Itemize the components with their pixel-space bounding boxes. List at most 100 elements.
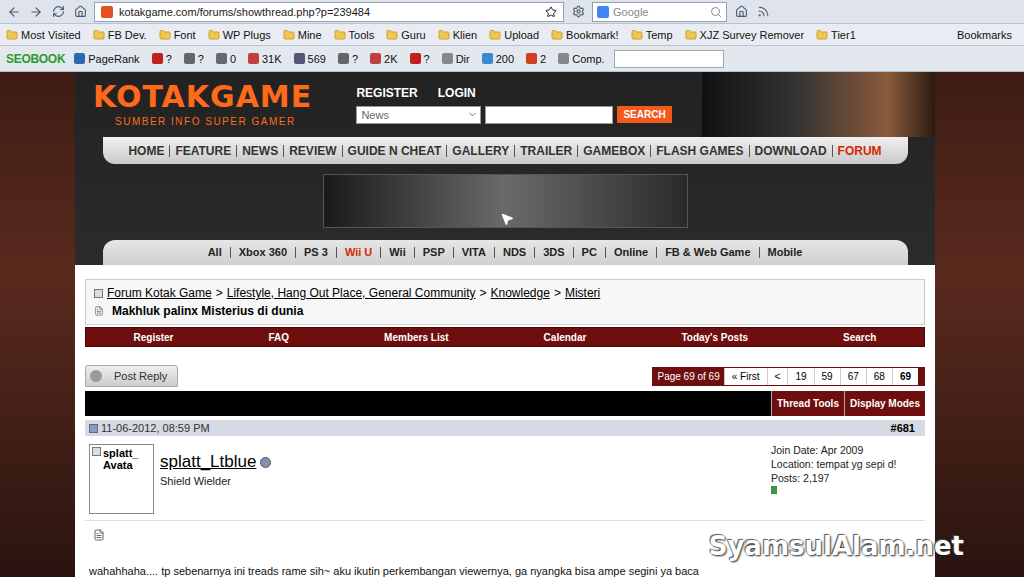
- username[interactable]: splatt_Ltblue: [160, 452, 271, 472]
- login-link[interactable]: LOGIN: [438, 86, 476, 100]
- nav-item[interactable]: FEATURE: [169, 145, 236, 157]
- bookmark[interactable]: XJZ Survey Remover: [685, 29, 811, 41]
- seo-item[interactable]: ?: [149, 53, 175, 65]
- main-nav: HOMEFEATURENEWSREVIEWGUIDE N CHEATGALLER…: [103, 137, 908, 164]
- thread-tool-button[interactable]: Thread Tools: [771, 391, 844, 416]
- page-link[interactable]: <: [767, 368, 788, 385]
- bookmark[interactable]: FB Dev.: [93, 29, 153, 41]
- page-link[interactable]: 67: [840, 368, 866, 385]
- game-banner[interactable]: [702, 72, 935, 137]
- seo-item[interactable]: ?: [407, 53, 433, 65]
- home-icon[interactable]: [733, 4, 749, 20]
- nav-item[interactable]: DOWNLOAD: [749, 145, 832, 157]
- star-icon[interactable]: [545, 6, 557, 18]
- bookmark[interactable]: Guru: [386, 29, 431, 41]
- nav-item[interactable]: HOME: [123, 145, 169, 157]
- nav-item[interactable]: GALLERY: [446, 145, 514, 157]
- url-field[interactable]: kotakgame.com/forums/showthread.php?p=23…: [94, 2, 564, 22]
- rss-icon[interactable]: [755, 4, 771, 20]
- platform-item[interactable]: NDS: [494, 247, 534, 258]
- addon-icon[interactable]: [570, 4, 586, 20]
- bookmark[interactable]: Tools: [334, 29, 381, 41]
- seo-item[interactable]: 200: [479, 53, 517, 65]
- platform-item[interactable]: 3DS: [534, 247, 572, 258]
- nav-item[interactable]: TRAILER: [514, 145, 577, 157]
- nav-item[interactable]: FLASH GAMES: [650, 145, 748, 157]
- search-icon[interactable]: [710, 6, 722, 18]
- bookmark[interactable]: Font: [159, 29, 202, 41]
- seo-item[interactable]: 31K: [245, 53, 285, 65]
- forum-link[interactable]: Members List: [384, 332, 448, 343]
- seo-input[interactable]: [614, 50, 724, 68]
- bookmark[interactable]: WP Plugs: [208, 29, 277, 41]
- seo-item[interactable]: PageRank: [71, 53, 142, 65]
- bookmarks-menu[interactable]: Bookmarks: [957, 29, 1018, 41]
- bookmark[interactable]: Klien: [438, 29, 483, 41]
- post-number[interactable]: #681: [891, 422, 915, 434]
- forum-link[interactable]: FAQ: [269, 332, 290, 343]
- breadcrumb-link[interactable]: Knowledge: [491, 286, 550, 300]
- avatar[interactable]: splatt_Avata: [89, 444, 154, 514]
- seo-item[interactable]: 0: [213, 53, 239, 65]
- logo[interactable]: KOTAKGAMESUMBER INFO SUPER GAMER: [93, 82, 326, 127]
- google-icon: [597, 6, 609, 18]
- seo-item[interactable]: ?: [181, 53, 207, 65]
- page-link[interactable]: 59: [814, 368, 840, 385]
- forum-link[interactable]: Register: [134, 332, 174, 343]
- forward-icon[interactable]: [28, 4, 44, 20]
- page-column: KOTAKGAMESUMBER INFO SUPER GAMER REGISTER…: [75, 72, 935, 577]
- bookmark[interactable]: Mine: [283, 29, 328, 41]
- platform-item[interactable]: Online: [605, 247, 656, 258]
- bookmark[interactable]: Upload: [489, 29, 545, 41]
- nav-item[interactable]: REVIEW: [283, 145, 341, 157]
- platform-item[interactable]: Xbox 360: [230, 247, 295, 258]
- platform-item[interactable]: VITA: [453, 247, 494, 258]
- post-reply-button[interactable]: Post Reply: [85, 365, 178, 387]
- platform-item[interactable]: FB & Web Game: [656, 247, 758, 258]
- platform-item[interactable]: Wii U: [336, 247, 380, 258]
- seo-item[interactable]: 2: [523, 53, 549, 65]
- back-icon[interactable]: [6, 4, 22, 20]
- nav-item[interactable]: NEWS: [236, 145, 283, 157]
- platform-item[interactable]: PSP: [414, 247, 453, 258]
- home-icon[interactable]: [72, 4, 88, 20]
- seo-logo[interactable]: SEOBOOK: [6, 52, 65, 66]
- breadcrumb-link[interactable]: Forum Kotak Game: [107, 286, 212, 300]
- seo-item[interactable]: 2K: [367, 53, 400, 65]
- search-button[interactable]: SEARCH: [617, 106, 671, 123]
- platform-item[interactable]: Wii: [380, 247, 413, 258]
- reputation-icon: [771, 486, 777, 494]
- bookmark[interactable]: Temp: [631, 29, 679, 41]
- register-link[interactable]: REGISTER: [356, 86, 417, 100]
- thread-tool-button[interactable]: Display Modes: [844, 391, 925, 416]
- nav-item[interactable]: GUIDE N CHEAT: [342, 145, 447, 157]
- page-link[interactable]: 19: [787, 368, 813, 385]
- search-field[interactable]: Google: [592, 2, 727, 22]
- platform-item[interactable]: PC: [573, 247, 605, 258]
- category-select[interactable]: News: [356, 106, 481, 124]
- seo-item[interactable]: ?: [335, 53, 361, 65]
- bookmark[interactable]: Tier1: [816, 29, 862, 41]
- pagination: Page 69 of 69« First<1959676869: [652, 367, 925, 386]
- forum-link[interactable]: Today's Posts: [681, 332, 748, 343]
- page-link[interactable]: 69: [892, 368, 924, 385]
- seo-item[interactable]: Dir: [439, 53, 473, 65]
- search-input[interactable]: [485, 106, 613, 124]
- page-link[interactable]: 68: [866, 368, 892, 385]
- reload-icon[interactable]: [50, 4, 66, 20]
- platform-item[interactable]: All: [200, 247, 230, 258]
- seo-item[interactable]: Comp.: [555, 53, 607, 65]
- platform-item[interactable]: PS 3: [295, 247, 336, 258]
- page-link[interactable]: « First: [724, 368, 767, 385]
- breadcrumb-separator: >: [554, 286, 561, 300]
- bookmark[interactable]: Most Visited: [6, 29, 87, 41]
- breadcrumb-link[interactable]: Lifestyle, Hang Out Place, General Commu…: [227, 286, 476, 300]
- forum-link[interactable]: Search: [843, 332, 876, 343]
- nav-item[interactable]: GAMEBOX: [577, 145, 650, 157]
- forum-link[interactable]: Calendar: [544, 332, 587, 343]
- seo-item[interactable]: 569: [291, 53, 329, 65]
- nav-item[interactable]: FORUM: [832, 145, 887, 157]
- breadcrumb-link[interactable]: Misteri: [565, 286, 600, 300]
- bookmark[interactable]: Bookmark!: [551, 29, 625, 41]
- platform-item[interactable]: Mobile: [759, 247, 811, 258]
